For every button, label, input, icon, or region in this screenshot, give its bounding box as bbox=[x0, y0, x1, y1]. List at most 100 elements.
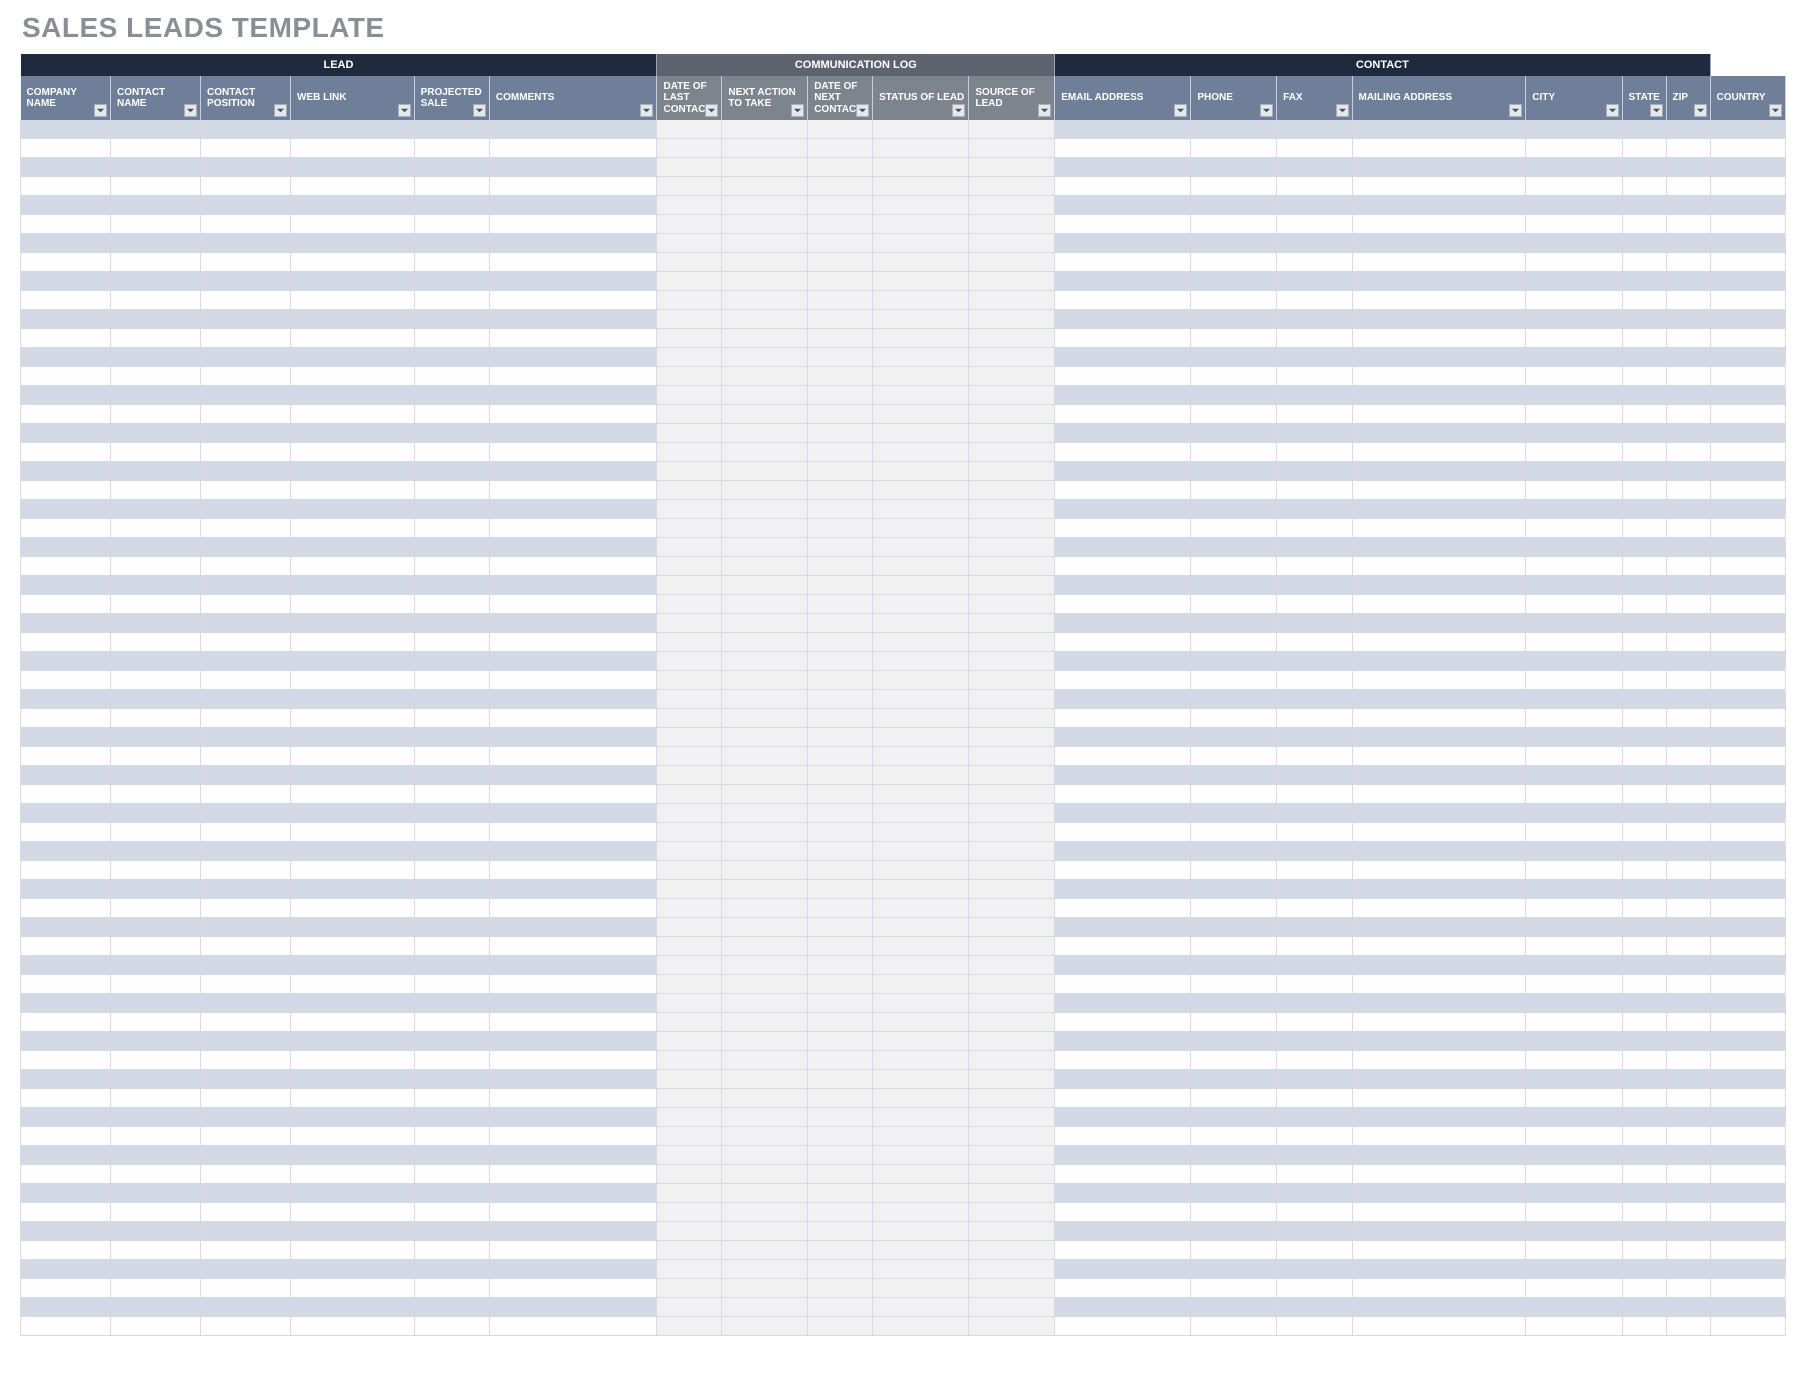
cell-mailing_address[interactable] bbox=[1352, 462, 1526, 481]
cell-company_name[interactable] bbox=[21, 557, 111, 576]
cell-comments[interactable] bbox=[489, 1013, 657, 1032]
cell-zip[interactable] bbox=[1666, 310, 1710, 329]
cell-status_of_lead[interactable] bbox=[873, 766, 969, 785]
cell-phone[interactable] bbox=[1191, 1317, 1277, 1336]
cell-city[interactable] bbox=[1526, 1070, 1622, 1089]
cell-email_address[interactable] bbox=[1055, 1089, 1191, 1108]
cell-date_next_contact[interactable] bbox=[808, 1165, 873, 1184]
cell-phone[interactable] bbox=[1191, 842, 1277, 861]
cell-phone[interactable] bbox=[1191, 1089, 1277, 1108]
cell-fax[interactable] bbox=[1277, 196, 1352, 215]
cell-date_last_contact[interactable] bbox=[657, 614, 722, 633]
cell-projected_sale[interactable] bbox=[414, 348, 489, 367]
cell-city[interactable] bbox=[1526, 1108, 1622, 1127]
cell-zip[interactable] bbox=[1666, 329, 1710, 348]
cell-phone[interactable] bbox=[1191, 234, 1277, 253]
cell-status_of_lead[interactable] bbox=[873, 1317, 969, 1336]
cell-mailing_address[interactable] bbox=[1352, 899, 1526, 918]
cell-date_last_contact[interactable] bbox=[657, 462, 722, 481]
cell-status_of_lead[interactable] bbox=[873, 956, 969, 975]
cell-web_link[interactable] bbox=[291, 538, 415, 557]
cell-date_next_contact[interactable] bbox=[808, 1013, 873, 1032]
cell-next_action[interactable] bbox=[722, 481, 808, 500]
cell-zip[interactable] bbox=[1666, 652, 1710, 671]
cell-phone[interactable] bbox=[1191, 956, 1277, 975]
cell-email_address[interactable] bbox=[1055, 1298, 1191, 1317]
cell-company_name[interactable] bbox=[21, 595, 111, 614]
cell-projected_sale[interactable] bbox=[414, 386, 489, 405]
cell-zip[interactable] bbox=[1666, 880, 1710, 899]
cell-mailing_address[interactable] bbox=[1352, 557, 1526, 576]
cell-company_name[interactable] bbox=[21, 1241, 111, 1260]
cell-company_name[interactable] bbox=[21, 253, 111, 272]
cell-company_name[interactable] bbox=[21, 1184, 111, 1203]
cell-comments[interactable] bbox=[489, 1127, 657, 1146]
cell-projected_sale[interactable] bbox=[414, 158, 489, 177]
cell-web_link[interactable] bbox=[291, 120, 415, 139]
cell-phone[interactable] bbox=[1191, 215, 1277, 234]
cell-fax[interactable] bbox=[1277, 1298, 1352, 1317]
cell-mailing_address[interactable] bbox=[1352, 348, 1526, 367]
cell-phone[interactable] bbox=[1191, 1108, 1277, 1127]
cell-date_last_contact[interactable] bbox=[657, 633, 722, 652]
cell-mailing_address[interactable] bbox=[1352, 709, 1526, 728]
cell-contact_name[interactable] bbox=[111, 234, 201, 253]
cell-contact_position[interactable] bbox=[201, 1298, 291, 1317]
cell-next_action[interactable] bbox=[722, 823, 808, 842]
cell-city[interactable] bbox=[1526, 405, 1622, 424]
cell-source_of_lead[interactable] bbox=[969, 120, 1055, 139]
filter-dropdown-icon[interactable] bbox=[1606, 104, 1619, 117]
cell-status_of_lead[interactable] bbox=[873, 1184, 969, 1203]
cell-fax[interactable] bbox=[1277, 785, 1352, 804]
column-header-next_action[interactable]: NEXT ACTION TO TAKE bbox=[722, 76, 808, 120]
cell-state[interactable] bbox=[1622, 785, 1666, 804]
cell-country[interactable] bbox=[1710, 1298, 1786, 1317]
cell-next_action[interactable] bbox=[722, 1260, 808, 1279]
cell-state[interactable] bbox=[1622, 462, 1666, 481]
cell-mailing_address[interactable] bbox=[1352, 234, 1526, 253]
cell-zip[interactable] bbox=[1666, 196, 1710, 215]
cell-city[interactable] bbox=[1526, 1165, 1622, 1184]
cell-city[interactable] bbox=[1526, 1298, 1622, 1317]
cell-mailing_address[interactable] bbox=[1352, 481, 1526, 500]
cell-state[interactable] bbox=[1622, 1146, 1666, 1165]
cell-fax[interactable] bbox=[1277, 1317, 1352, 1336]
cell-contact_position[interactable] bbox=[201, 576, 291, 595]
cell-next_action[interactable] bbox=[722, 291, 808, 310]
cell-zip[interactable] bbox=[1666, 481, 1710, 500]
cell-state[interactable] bbox=[1622, 614, 1666, 633]
cell-contact_name[interactable] bbox=[111, 291, 201, 310]
cell-zip[interactable] bbox=[1666, 1146, 1710, 1165]
cell-phone[interactable] bbox=[1191, 348, 1277, 367]
cell-fax[interactable] bbox=[1277, 272, 1352, 291]
cell-contact_name[interactable] bbox=[111, 1317, 201, 1336]
cell-zip[interactable] bbox=[1666, 994, 1710, 1013]
cell-phone[interactable] bbox=[1191, 861, 1277, 880]
cell-city[interactable] bbox=[1526, 253, 1622, 272]
cell-country[interactable] bbox=[1710, 462, 1786, 481]
cell-next_action[interactable] bbox=[722, 272, 808, 291]
cell-comments[interactable] bbox=[489, 899, 657, 918]
cell-comments[interactable] bbox=[489, 1108, 657, 1127]
cell-source_of_lead[interactable] bbox=[969, 1051, 1055, 1070]
cell-projected_sale[interactable] bbox=[414, 1317, 489, 1336]
cell-city[interactable] bbox=[1526, 861, 1622, 880]
cell-phone[interactable] bbox=[1191, 462, 1277, 481]
cell-zip[interactable] bbox=[1666, 576, 1710, 595]
cell-state[interactable] bbox=[1622, 1298, 1666, 1317]
cell-contact_name[interactable] bbox=[111, 367, 201, 386]
cell-zip[interactable] bbox=[1666, 1032, 1710, 1051]
cell-state[interactable] bbox=[1622, 766, 1666, 785]
cell-source_of_lead[interactable] bbox=[969, 671, 1055, 690]
cell-source_of_lead[interactable] bbox=[969, 291, 1055, 310]
cell-phone[interactable] bbox=[1191, 367, 1277, 386]
cell-comments[interactable] bbox=[489, 1260, 657, 1279]
cell-contact_position[interactable] bbox=[201, 823, 291, 842]
cell-mailing_address[interactable] bbox=[1352, 196, 1526, 215]
cell-next_action[interactable] bbox=[722, 462, 808, 481]
cell-phone[interactable] bbox=[1191, 595, 1277, 614]
cell-status_of_lead[interactable] bbox=[873, 196, 969, 215]
cell-date_next_contact[interactable] bbox=[808, 329, 873, 348]
cell-phone[interactable] bbox=[1191, 272, 1277, 291]
cell-source_of_lead[interactable] bbox=[969, 386, 1055, 405]
